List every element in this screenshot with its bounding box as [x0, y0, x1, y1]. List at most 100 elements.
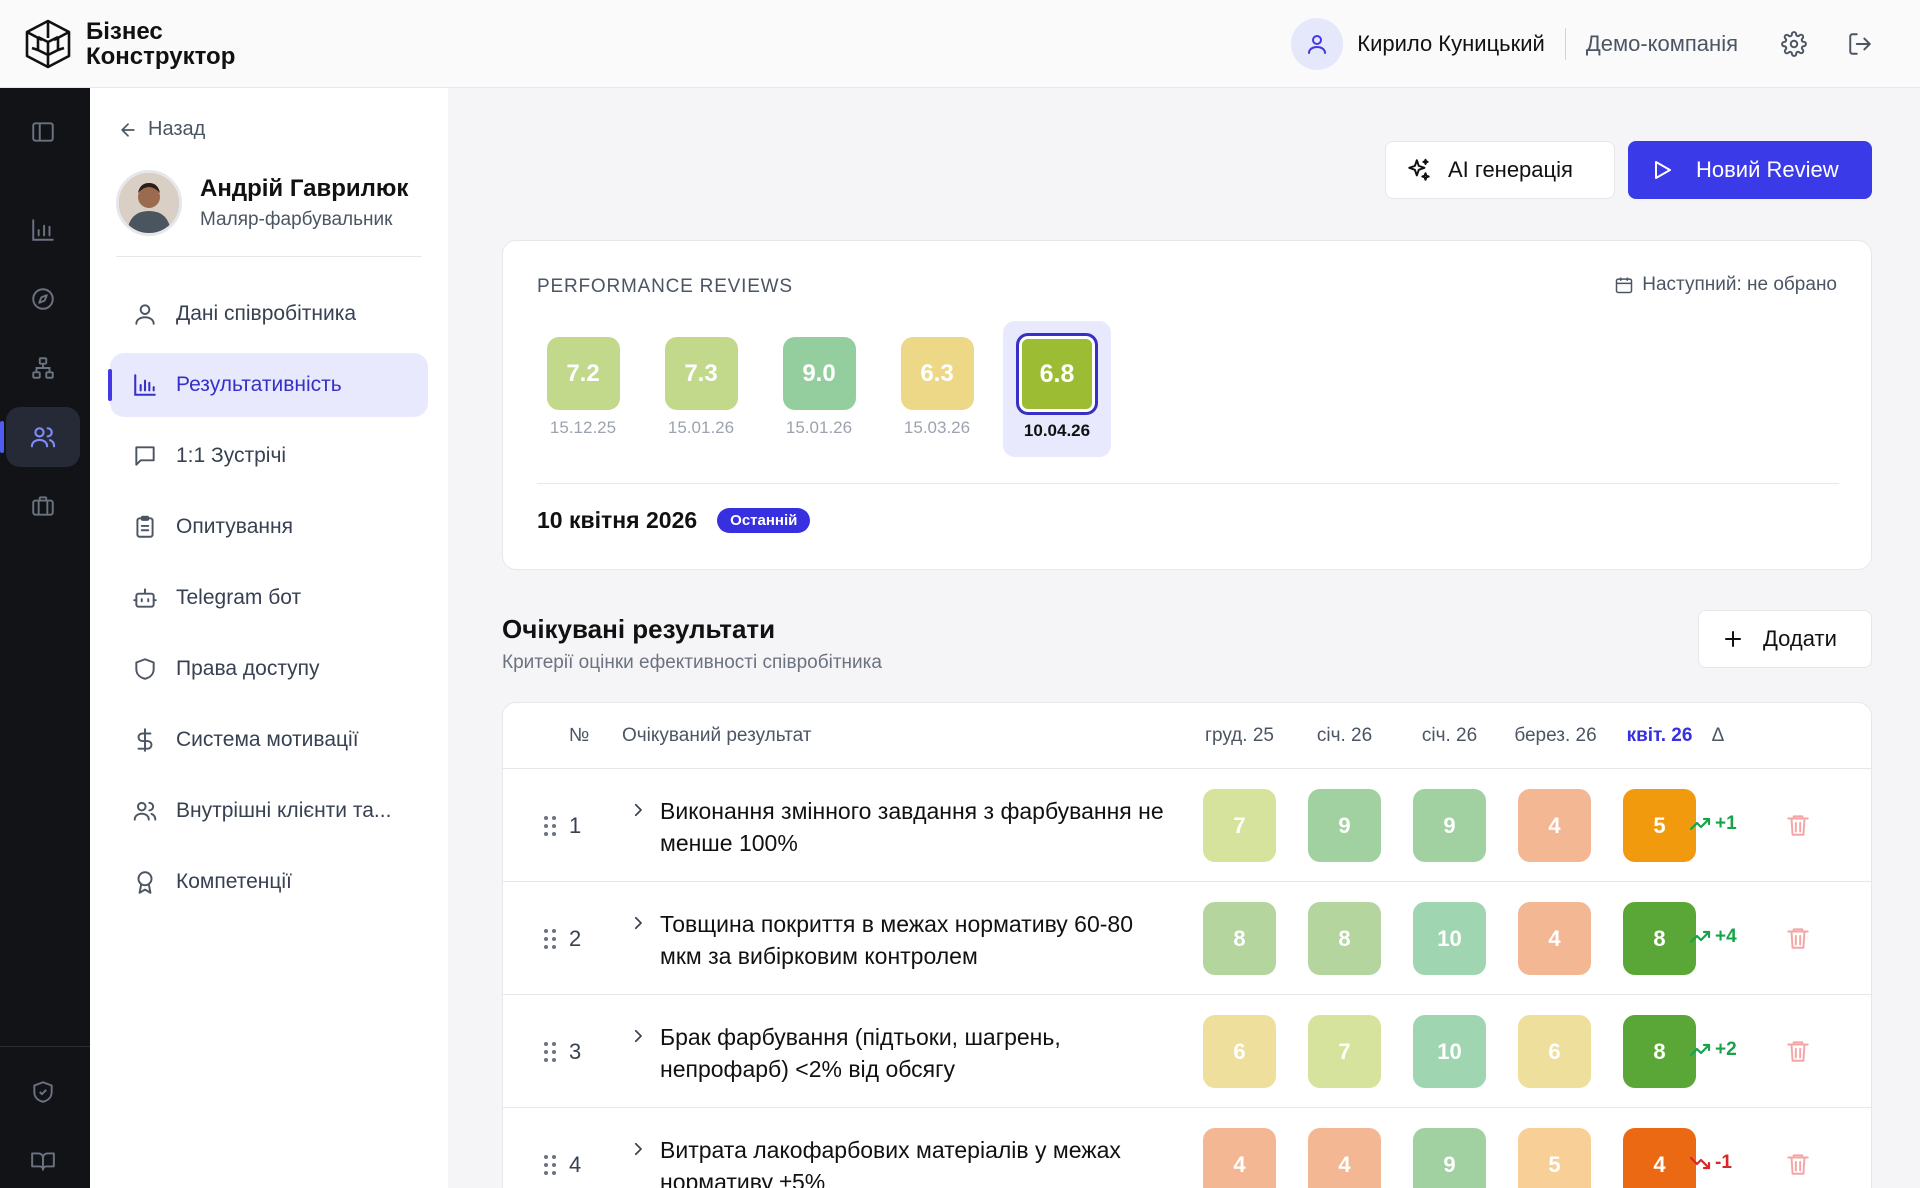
score-cell[interactable]: 9: [1413, 1128, 1486, 1188]
score-cell[interactable]: 9: [1308, 789, 1381, 862]
nav-item-internal-clients[interactable]: Внутрішні клієнти та...: [110, 779, 428, 843]
rail-toggle-sidebar[interactable]: [6, 102, 80, 162]
user-name[interactable]: Кирило Куницький: [1357, 31, 1545, 57]
score-cell[interactable]: 7: [1308, 1015, 1381, 1088]
nav-item-one-on-one[interactable]: 1:1 Зустрічі: [110, 424, 428, 488]
back-link[interactable]: Назад: [118, 118, 205, 141]
score-cell[interactable]: 9: [1413, 789, 1486, 862]
rail-analytics[interactable]: [6, 200, 80, 260]
nav-label: 1:1 Зустрічі: [176, 444, 287, 467]
rail-divider: [0, 1046, 90, 1047]
new-review-button[interactable]: Новий Review: [1628, 141, 1872, 199]
trend-down-icon: [1689, 1156, 1711, 1170]
rail-briefcase[interactable]: [6, 476, 80, 536]
results-table: № Очікуваний результат груд. 25 січ. 26 …: [502, 702, 1872, 1188]
review-item[interactable]: 9.0 15.01.26: [765, 321, 873, 457]
row-number: 3: [569, 1039, 582, 1064]
reviews-title: PERFORMANCE REVIEWS: [537, 276, 793, 297]
nav-item-telegram-bot[interactable]: Telegram бот: [110, 566, 428, 630]
nav-item-motivation[interactable]: Система мотивації: [110, 708, 428, 772]
trash-icon[interactable]: [1785, 1038, 1811, 1064]
score-cell[interactable]: 8: [1623, 902, 1696, 975]
ai-generation-button[interactable]: AI генерація: [1385, 141, 1615, 199]
plus-icon: [1725, 631, 1741, 647]
score-cell[interactable]: 10: [1413, 902, 1486, 975]
bar-chart-icon: [134, 374, 156, 396]
row-number: 4: [569, 1152, 582, 1177]
award-icon: [137, 871, 153, 894]
employee-panel: Назад Андрій Гаврилюк Маляр-фарбувальник…: [90, 88, 448, 1188]
bar-chart-icon: [32, 219, 54, 241]
delta-label: -1: [1715, 1152, 1732, 1173]
employee-nav: Дані співробітника Результативність 1:1 …: [108, 282, 428, 921]
employee-photo: [116, 170, 182, 236]
review-item[interactable]: 6.8 10.04.26: [1003, 321, 1111, 457]
rail-security[interactable]: [6, 1062, 80, 1122]
review-item[interactable]: 7.2 15.12.25: [529, 321, 637, 457]
drag-handle-icon[interactable]: [543, 1041, 557, 1063]
rail-org-structure[interactable]: [6, 338, 80, 398]
score-cell[interactable]: 7: [1203, 789, 1276, 862]
review-item[interactable]: 7.3 15.01.26: [647, 321, 755, 457]
score-cell[interactable]: 4: [1308, 1128, 1381, 1188]
score-cell[interactable]: 4: [1518, 902, 1591, 975]
users-icon: [30, 427, 56, 448]
score-cell[interactable]: 6: [1518, 1015, 1591, 1088]
nav-label: Права доступу: [176, 657, 320, 680]
trash-icon[interactable]: [1785, 1151, 1811, 1177]
brand-line-1: Бізнес: [86, 17, 163, 45]
employee-profile: Андрій Гаврилюк Маляр-фарбувальник: [116, 170, 408, 236]
add-result-button[interactable]: Додати: [1698, 610, 1872, 668]
trash-icon[interactable]: [1785, 812, 1811, 838]
drag-handle-icon[interactable]: [543, 928, 557, 950]
nav-item-competencies[interactable]: Компетенції: [110, 850, 428, 914]
logout-button[interactable]: [1838, 22, 1882, 66]
user-avatar[interactable]: [1291, 17, 1344, 70]
score-cell[interactable]: 6: [1203, 1015, 1276, 1088]
next-review[interactable]: Наступний: не обрано: [1614, 274, 1837, 296]
chevron-right-icon[interactable]: [629, 1027, 647, 1045]
review-score: 7.2: [546, 337, 620, 410]
trash-icon[interactable]: [1785, 925, 1811, 951]
bot-icon: [133, 588, 157, 608]
score-cell[interactable]: 5: [1623, 789, 1696, 862]
shield-icon: [135, 658, 155, 680]
settings-button[interactable]: [1772, 22, 1816, 66]
score-cell[interactable]: 4: [1623, 1128, 1696, 1188]
calendar-icon: [1616, 277, 1633, 294]
col-period-2: січ. 26: [1316, 725, 1373, 746]
chevron-right-icon[interactable]: [629, 1140, 647, 1158]
row-result-text: Витрата лакофарбових матеріалів у межах …: [660, 1137, 1121, 1188]
score-cell[interactable]: 8: [1623, 1015, 1696, 1088]
rail-compass[interactable]: [6, 269, 80, 329]
col-delta: Δ: [1711, 725, 1725, 746]
score-cell[interactable]: 5: [1518, 1128, 1591, 1188]
table-row[interactable]: 4 Витрата лакофарбових матеріалів у межах…: [503, 1108, 1871, 1188]
score-cell[interactable]: 8: [1203, 902, 1276, 975]
table-row[interactable]: 3 Брак фарбування (підтьоки, шагрень, неп…: [503, 995, 1871, 1108]
rail-employees[interactable]: [0, 407, 80, 467]
rail-knowledge-base[interactable]: [6, 1131, 80, 1188]
drag-handle-icon[interactable]: [543, 815, 557, 837]
chevron-right-icon[interactable]: [629, 801, 647, 819]
panel-divider: [116, 256, 422, 257]
brand-line-2: Конструктор: [86, 42, 236, 70]
logo[interactable]: Бізнес Конструктор: [22, 18, 235, 70]
review-item[interactable]: 6.3 15.03.26: [883, 321, 991, 457]
nav-item-surveys[interactable]: Опитування: [110, 495, 428, 559]
nav-item-access-rights[interactable]: Права доступу: [110, 637, 428, 701]
drag-handle-icon[interactable]: [543, 1154, 557, 1176]
next-review-label: Наступний: не обрано: [1642, 274, 1837, 295]
table-row[interactable]: 2 Товщина покриття в межах нормативу 60-8…: [503, 882, 1871, 995]
trend-up-icon: [1689, 930, 1711, 944]
score-cell[interactable]: 10: [1413, 1015, 1486, 1088]
score-cell[interactable]: 4: [1518, 789, 1591, 862]
chevron-right-icon[interactable]: [629, 914, 647, 932]
review-date: 15.01.26: [785, 418, 853, 437]
table-row[interactable]: 1 Виконання змінного завдання з фарбуванн…: [503, 769, 1871, 882]
company-name[interactable]: Демо-компанія: [1586, 31, 1738, 57]
nav-item-employee-data[interactable]: Дані співробітника: [110, 282, 428, 346]
score-cell[interactable]: 8: [1308, 902, 1381, 975]
score-cell[interactable]: 4: [1203, 1128, 1276, 1188]
nav-item-performance[interactable]: Результативність: [108, 353, 428, 417]
